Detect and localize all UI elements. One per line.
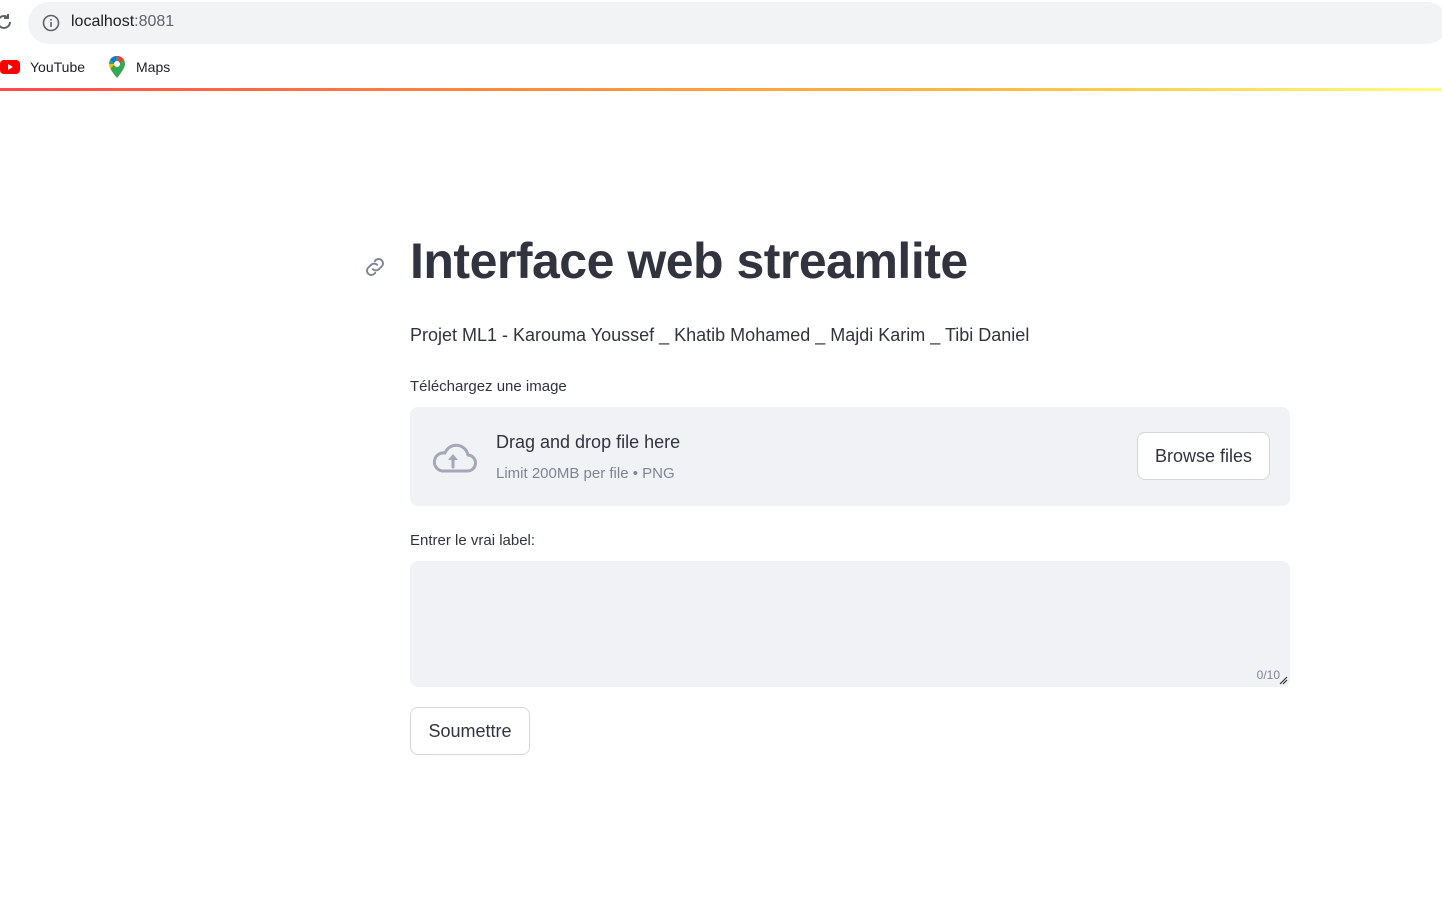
browser-address-bar: localhost:8081 [0, 0, 1442, 46]
url-host: localhost [71, 13, 135, 30]
bookmark-maps[interactable]: Maps [108, 56, 170, 78]
char-counter: 0/10 [1256, 668, 1280, 682]
page-title: Interface web streamlite [410, 233, 968, 289]
bookmark-label: Maps [136, 59, 171, 75]
info-icon[interactable] [42, 14, 60, 32]
bookmark-youtube[interactable]: YouTube [0, 56, 85, 78]
bookmarks-bar: YouTube Maps [0, 46, 1442, 88]
url-text: localhost:8081 [71, 13, 174, 31]
page-subtitle: Projet ML1 - Karouma Youssef _ Khatib Mo… [410, 325, 1030, 345]
file-dropzone[interactable]: Drag and drop file here Limit 200MB per … [410, 407, 1290, 506]
true-label-caption: Entrer le vrai label: [410, 532, 536, 549]
maps-pin-icon [109, 56, 125, 78]
link-anchor-icon[interactable] [362, 254, 388, 280]
resize-handle-icon[interactable] [1278, 675, 1288, 685]
youtube-icon [0, 60, 20, 74]
cloud-upload-icon [432, 443, 477, 473]
true-label-field: 0/10 [410, 561, 1290, 687]
reload-icon[interactable] [0, 12, 14, 32]
url-field[interactable]: localhost:8081 [28, 2, 1442, 44]
true-label-input[interactable] [410, 561, 1290, 687]
submit-button[interactable]: Soumettre [410, 707, 530, 755]
bookmark-label: YouTube [30, 59, 86, 75]
browse-files-button[interactable]: Browse files [1137, 432, 1270, 480]
uploader-label: Téléchargez une image [410, 378, 567, 395]
url-port: :8081 [134, 13, 175, 30]
dropzone-instructions: Drag and drop file here [496, 432, 681, 452]
decoration-bar [0, 88, 1442, 91]
dropzone-limit: Limit 200MB per file • PNG [496, 465, 675, 482]
